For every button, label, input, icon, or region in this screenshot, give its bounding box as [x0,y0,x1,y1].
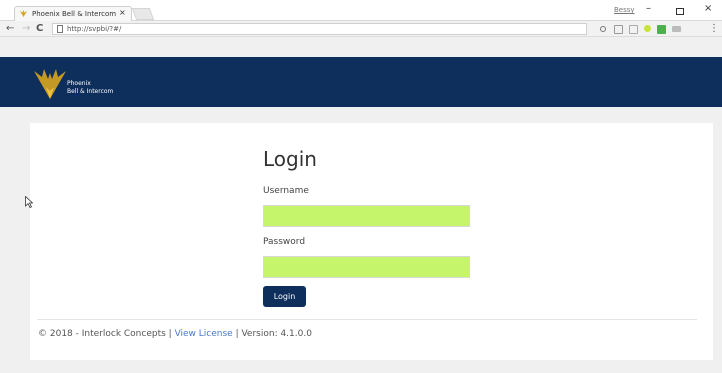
copyright-text: © 2018 - Interlock Concepts | [38,329,175,339]
forward-icon[interactable]: → [22,22,30,36]
logo-text-line2: Bell & Intercom [67,88,114,95]
browser-titlebar: Phoenix Bell & Intercom × Bessy – × [0,0,722,21]
username-input[interactable] [263,205,470,227]
footer: © 2018 - Interlock Concepts | View Licen… [38,329,312,339]
extension-gray-icon[interactable] [672,26,681,32]
page-title: Login [263,147,317,171]
back-icon[interactable]: ← [6,22,14,36]
extension-image-icon[interactable] [657,25,666,34]
extension-green-icon[interactable] [644,25,651,32]
phoenix-logo-icon [34,69,66,99]
bookmark-icon[interactable] [629,25,638,34]
new-tab-button[interactable] [131,8,155,20]
login-card: Login Username Password Login © 2018 - I… [30,123,713,360]
version-text: | Version: 4.1.0.0 [232,329,312,339]
key-icon[interactable] [600,26,606,32]
phoenix-favicon-icon [19,9,28,18]
view-license-link[interactable]: View License [175,329,233,339]
extension-icon[interactable] [614,25,623,34]
login-button[interactable]: Login [263,286,306,307]
minimize-icon[interactable]: – [646,3,651,14]
close-icon[interactable]: × [704,3,712,14]
site-header: Phoenix Bell & Intercom [0,57,722,107]
password-label: Password [263,237,306,247]
menu-icon[interactable]: ⋮ [709,22,719,36]
page-icon [57,25,63,33]
logo-text-line1: Phoenix [67,80,91,87]
username-label: Username [263,186,309,196]
mouse-cursor-icon [25,196,33,208]
address-bar[interactable]: http://svpbi/?#/ [52,23,587,35]
password-input[interactable] [263,256,470,278]
tab-close-icon[interactable]: × [119,8,126,18]
profile-name[interactable]: Bessy [614,6,635,14]
url-text: http://svpbi/?#/ [67,25,122,33]
divider [37,319,697,320]
browser-toolbar: ← → C http://svpbi/?#/ ⋮ [0,21,722,37]
maximize-icon[interactable] [676,8,684,15]
reload-icon[interactable]: C [36,22,43,36]
tab-title: Phoenix Bell & Intercom [32,10,117,18]
browser-tab[interactable]: Phoenix Bell & Intercom × [14,6,132,21]
